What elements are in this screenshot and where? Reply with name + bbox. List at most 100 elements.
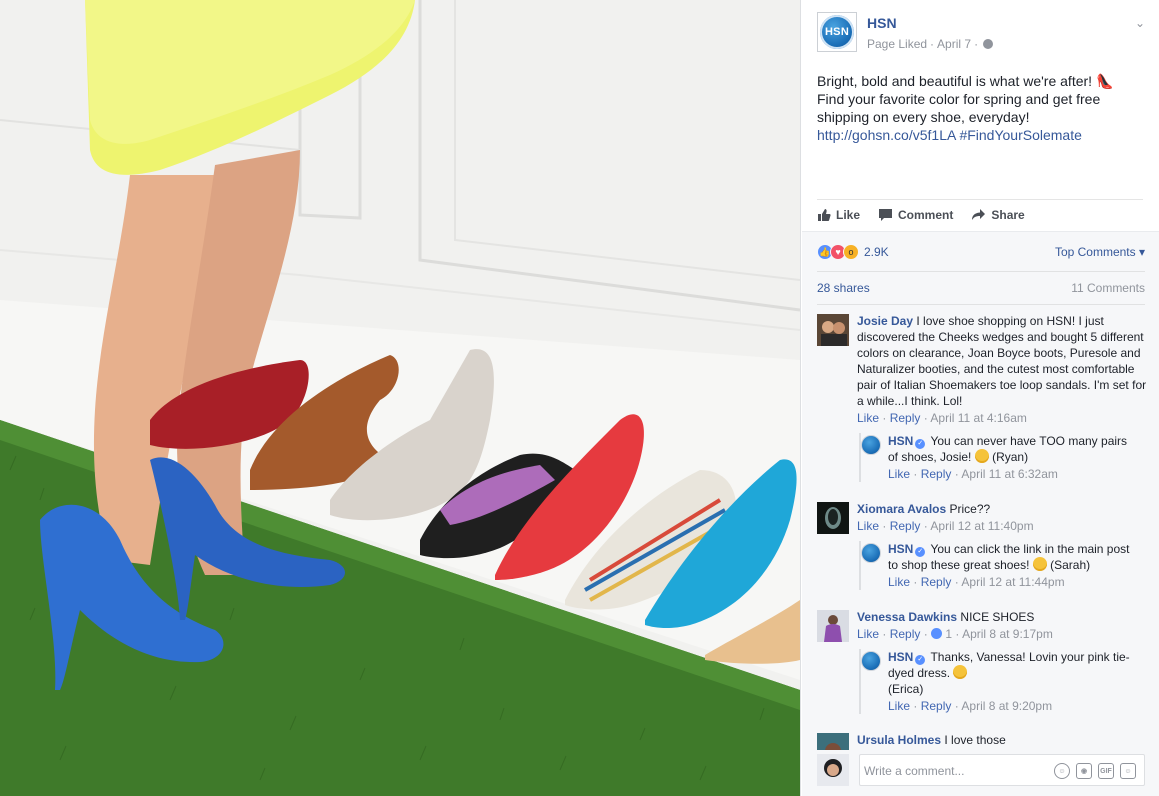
reply-item: HSN ✓ You can never have TOO many pairs o…	[859, 433, 1139, 482]
hsn-reply-avatar[interactable]	[861, 435, 881, 455]
post-hashtag[interactable]: #FindYourSolemate	[959, 127, 1081, 143]
reply-meta: Like · Reply · April 8 at 9:20pm	[888, 699, 1053, 713]
comment-text: I love those	[944, 733, 1006, 747]
comment-like-link[interactable]: Like	[857, 411, 879, 425]
reply-like-link[interactable]: Like	[888, 699, 910, 713]
reply-meta: Like · Reply · April 12 at 11:44pm	[888, 575, 1065, 589]
current-user-avatar[interactable]	[817, 754, 849, 786]
reply-item: HSN ✓ You can click the link in the main …	[859, 541, 1139, 590]
verified-badge-icon: ✓	[915, 655, 926, 665]
post-action-bar: Like Comment Share	[817, 199, 1143, 230]
top-comments-dropdown[interactable]: Top Comments ▾	[1055, 245, 1145, 259]
share-button[interactable]: Share	[971, 208, 1025, 222]
thumbs-up-icon	[818, 209, 831, 221]
reply-author[interactable]: HSN	[888, 650, 913, 664]
commenter-avatar[interactable]	[817, 733, 849, 750]
chevron-down-icon[interactable]: ⌄	[1135, 16, 1145, 30]
comment-like-count[interactable]: 1	[945, 627, 952, 641]
shares-count[interactable]: 28 shares	[817, 281, 870, 295]
smile-emoji-icon	[953, 665, 968, 679]
sticker-icon[interactable]: ☺	[1120, 763, 1136, 779]
post-text-line1: Bright, bold and beautiful is what we're…	[817, 73, 1114, 89]
comment-composer: Write a comment... ☺ ◉ GIF ☺	[817, 754, 1145, 788]
reply-author[interactable]: HSN	[888, 542, 913, 556]
comment-author[interactable]: Xiomara Avalos	[857, 502, 946, 516]
comment-text: NICE SHOES	[960, 610, 1035, 624]
shoes-photo-illustration	[0, 0, 800, 796]
comment-like-link[interactable]: Like	[857, 519, 879, 533]
comment-reply-link[interactable]: Reply	[890, 519, 921, 533]
comment-item: Xiomara Avalos Price?? Like · Reply · Ap…	[817, 501, 1147, 534]
like-button[interactable]: Like	[817, 208, 860, 222]
comments-count[interactable]: 11 Comments	[1071, 281, 1145, 295]
reply-signature: (Ryan)	[992, 450, 1029, 464]
shares-row: 28 shares 11 Comments	[817, 271, 1145, 305]
commenter-avatar[interactable]	[817, 314, 849, 346]
reactions-row: 👍 ♥ o 2.9K Top Comments ▾	[817, 241, 1145, 263]
composer-tools: ☺ ◉ GIF ☺	[1054, 763, 1136, 779]
emoji-icon[interactable]: ☺	[1054, 763, 1070, 779]
comment-text: I love shoe shopping on HSN! I just disc…	[857, 314, 1147, 408]
reply-signature: (Erica)	[888, 682, 924, 696]
post-link[interactable]: http://gohsn.co/v5f1LA	[817, 127, 956, 143]
comment-author[interactable]: Ursula Holmes	[857, 733, 941, 747]
hsn-reply-avatar[interactable]	[861, 651, 881, 671]
reply-text: You can click the link in the main post …	[888, 542, 1130, 572]
comment-button[interactable]: Comment	[878, 208, 953, 222]
comments-section: 👍 ♥ o 2.9K Top Comments ▾ 28 shares 11 C…	[802, 231, 1159, 796]
reply-text: Thanks, Vanessa! Lovin your pink tie-dye…	[888, 650, 1130, 680]
verified-badge-icon: ✓	[915, 439, 926, 449]
comment-reply-link[interactable]: Reply	[890, 627, 921, 641]
comment-item: Ursula Holmes I love those	[817, 732, 1147, 750]
comment-time[interactable]: April 8 at 9:17pm	[962, 627, 1053, 641]
smile-emoji-icon	[1032, 557, 1047, 571]
reply-signature: (Sarah)	[1050, 558, 1091, 572]
comment-item: Josie Day I love shoe shopping on HSN! I…	[817, 313, 1147, 426]
camera-icon[interactable]: ◉	[1076, 763, 1092, 779]
post-panel: HSN HSN Page Liked · April 7 · ⌄ Bright,…	[800, 0, 1159, 796]
comment-author[interactable]: Josie Day	[857, 314, 913, 328]
post-photo[interactable]	[0, 0, 800, 796]
reply-time[interactable]: April 12 at 11:44pm	[961, 575, 1064, 589]
comment-time[interactable]: April 11 at 4:16am	[930, 411, 1027, 425]
reply-author[interactable]: HSN	[888, 434, 913, 448]
like-count-icon	[931, 628, 943, 639]
reply-reply-link[interactable]: Reply	[921, 467, 952, 481]
reply-time[interactable]: April 11 at 6:32am	[961, 467, 1058, 481]
hsn-reply-avatar[interactable]	[861, 543, 881, 563]
comment-like-link[interactable]: Like	[857, 627, 879, 641]
reply-like-link[interactable]: Like	[888, 575, 910, 589]
reply-time[interactable]: April 8 at 9:20pm	[961, 699, 1052, 713]
comment-meta: Like · Reply · April 12 at 11:40pm	[857, 519, 1034, 533]
page-liked-status[interactable]: Page Liked	[867, 37, 927, 51]
like-label: Like	[836, 208, 861, 222]
hsn-logo: HSN	[820, 15, 854, 49]
comment-label: Comment	[898, 208, 954, 222]
meta-separator: ·	[930, 37, 935, 51]
reply-like-link[interactable]: Like	[888, 467, 910, 481]
reply-reply-link[interactable]: Reply	[921, 699, 952, 713]
comment-placeholder: Write a comment...	[864, 764, 965, 778]
page-avatar[interactable]: HSN	[817, 12, 857, 52]
share-label: Share	[991, 208, 1025, 222]
comment-text: Price??	[949, 502, 991, 516]
comment-meta: Like · Reply · April 11 at 4:16am	[857, 411, 1027, 425]
page-name-link[interactable]: HSN	[867, 15, 897, 31]
commenter-avatar[interactable]	[817, 610, 849, 642]
comment-icon	[879, 209, 893, 221]
wow-reaction-icon[interactable]: o	[843, 244, 859, 260]
globe-icon	[983, 39, 994, 49]
comment-item: Venessa Dawkins NICE SHOES Like · Reply …	[817, 609, 1147, 642]
comment-reply-link[interactable]: Reply	[890, 411, 921, 425]
comment-input[interactable]: Write a comment... ☺ ◉ GIF ☺	[859, 754, 1145, 786]
reply-item: HSN ✓ Thanks, Vanessa! Lovin your pink ti…	[859, 649, 1139, 714]
comment-meta: Like · Reply · 1 · April 8 at 9:17pm	[857, 627, 1053, 641]
reaction-count[interactable]: 2.9K	[864, 245, 889, 259]
gif-icon[interactable]: GIF	[1098, 763, 1114, 779]
laughing-emoji-icon	[974, 449, 989, 463]
comment-time[interactable]: April 12 at 11:40pm	[930, 519, 1033, 533]
commenter-avatar[interactable]	[817, 502, 849, 534]
comment-author[interactable]: Venessa Dawkins	[857, 610, 957, 624]
reply-reply-link[interactable]: Reply	[921, 575, 952, 589]
post-date[interactable]: April 7	[937, 37, 971, 51]
